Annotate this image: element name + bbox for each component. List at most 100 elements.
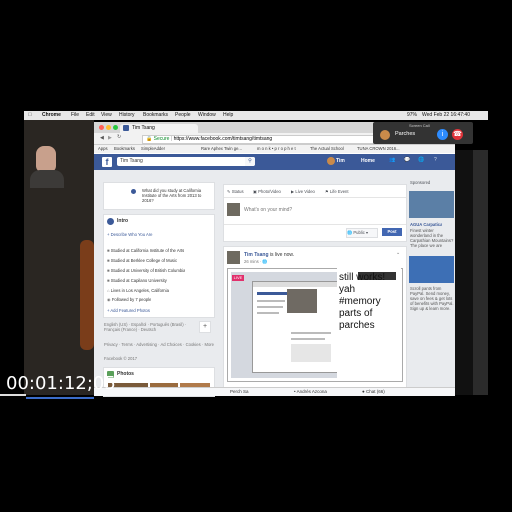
clock: Wed Feb 22 16:47:40: [422, 112, 470, 118]
ad-image[interactable]: [409, 191, 454, 218]
composer-tab-status[interactable]: ✎ Status: [227, 189, 244, 194]
bookmark-aphex[interactable]: Rare Aphex Twin ge...: [201, 146, 242, 151]
facebook-favicon-icon: [123, 125, 129, 131]
menu-bookmarks[interactable]: Bookmarks: [143, 112, 168, 118]
search-icon[interactable]: ⚲: [245, 157, 255, 166]
ad-title[interactable]: AGUA Carpatica: [410, 222, 442, 227]
chat-toggle[interactable]: ● Chat (66): [362, 389, 385, 394]
intro-title: Intro: [117, 218, 129, 224]
call-participant-name: Parches: [395, 131, 416, 137]
menu-file[interactable]: File: [71, 112, 79, 118]
privacy-selector[interactable]: 🌐 Public ▾: [346, 228, 378, 238]
post-time[interactable]: 26 mins · 🌐: [244, 259, 268, 265]
desktop-column-right: [473, 150, 488, 395]
maximize-window-icon[interactable]: [113, 125, 118, 130]
call-info-button[interactable]: i: [437, 129, 448, 140]
url-field[interactable]: 🔒 Secure | https://www.facebook.com/timt…: [142, 135, 394, 144]
chat-tab-perch[interactable]: Perch Sa: [230, 389, 249, 394]
composer-tab-label: Photo/Video: [258, 189, 281, 194]
describe-who-you-are-link[interactable]: + Describe Who You Are: [107, 232, 153, 237]
composer-tab-label: Life Event: [329, 189, 349, 194]
app-menu[interactable]: Chrome: [42, 112, 61, 118]
intro-item-text: Studied at Berklee College of Music: [110, 258, 178, 263]
chat-tab-name: Andrés Azcona: [296, 389, 327, 394]
bookmark-monk[interactable]: m o n k • p r o p h e t: [257, 146, 296, 151]
ad-text-paypal: Scroll pants from PayPal. Send money, sa…: [410, 286, 454, 311]
nav-home[interactable]: Home: [361, 158, 375, 164]
post-time-text: 26 mins ·: [244, 259, 262, 264]
messages-icon[interactable]: 💬: [404, 157, 410, 163]
intro-item-text: Studied at California Institute of the A…: [110, 248, 185, 253]
language-list[interactable]: English (US) · Español · Português (Bras…: [104, 322, 199, 332]
facebook-logo-icon[interactable]: f: [102, 157, 112, 167]
hang-up-icon: ☎: [453, 131, 462, 138]
background-lamp: [80, 240, 94, 350]
post-button[interactable]: Post: [382, 228, 402, 236]
call-status: Screen Call: [409, 123, 430, 128]
tab-title: Tim Tsang: [132, 125, 155, 131]
tab-facebook[interactable]: Tim Tsang: [120, 124, 198, 133]
help-icon[interactable]: ?: [434, 157, 437, 163]
composer-tab-life-event[interactable]: ⚑ Life Event: [325, 189, 349, 194]
study-question[interactable]: What did you study at California Institu…: [142, 188, 212, 203]
live-thumbnail: [287, 289, 317, 313]
ad-image-paypal[interactable]: [409, 256, 454, 283]
friend-requests-icon[interactable]: 👥: [389, 157, 395, 163]
intro-item: ■ Studied at Capilano University: [107, 278, 167, 283]
nav-user[interactable]: Tim: [336, 158, 345, 164]
globe-icon: 🌐: [262, 259, 268, 264]
back-arrow-icon[interactable]: ◀: [100, 135, 104, 141]
bookmark-apps[interactable]: Apps: [98, 146, 108, 151]
facebook-search-input[interactable]: Tim Tsang ⚲: [117, 157, 255, 166]
person-torso: [30, 170, 64, 188]
composer-tab-photo-video[interactable]: ▣ Photo/Video: [253, 189, 281, 194]
forward-arrow-icon[interactable]: ▶: [108, 135, 112, 141]
add-featured-photos-link[interactable]: + Add Featured Photos: [107, 308, 150, 313]
menu-edit[interactable]: Edit: [86, 112, 95, 118]
bookmark-bookmarks[interactable]: Bookmarks: [114, 146, 135, 151]
end-call-button[interactable]: ☎: [452, 129, 463, 140]
intro-globe-icon: [107, 218, 114, 225]
bookmark-actual-school[interactable]: The Actual School: [310, 146, 344, 151]
progress-line: [26, 397, 94, 399]
composer-tab-live-video[interactable]: ▶ Live Video: [291, 189, 315, 194]
intro-card: Intro + Describe Who You Are ■ Studied a…: [103, 214, 215, 318]
composer-tab-label: Live Video: [295, 189, 315, 194]
menu-history[interactable]: History: [119, 112, 135, 118]
close-window-icon[interactable]: [99, 125, 104, 130]
menu-view[interactable]: View: [101, 112, 112, 118]
timecode-underline: [0, 394, 26, 396]
intro-item: ■ Studied at California Institute of the…: [107, 248, 184, 253]
notifications-icon[interactable]: 🌐: [418, 157, 424, 163]
post-author-avatar[interactable]: [227, 251, 240, 264]
intro-item: ■ Studied at University of British Colum…: [107, 268, 185, 273]
intro-item-text: Followed by 7 people: [111, 297, 152, 302]
menu-help[interactable]: Help: [223, 112, 233, 118]
apple-menu-icon[interactable]: : [28, 112, 32, 118]
composer-avatar: [227, 203, 240, 216]
question-card: What did you study at California Institu…: [103, 182, 215, 210]
menu-people[interactable]: People: [175, 112, 191, 118]
menu-window[interactable]: Window: [198, 112, 216, 118]
intro-item: ⌂ Lives in Los Angeles, California: [107, 288, 169, 293]
reload-icon[interactable]: ↻: [117, 134, 121, 140]
post-action: is live now.: [269, 252, 295, 258]
post-author[interactable]: Tim Tsang: [244, 252, 269, 258]
photos-title[interactable]: Photos: [117, 371, 134, 377]
url-secure-label: Secure: [153, 136, 170, 142]
url-text: https://www.facebook.com/timtsang/timtsa…: [173, 136, 273, 142]
intro-item-text: Lives in Los Angeles, California: [110, 288, 169, 293]
chat-tab-andres[interactable]: • Andrés Azcona: [294, 389, 327, 394]
minimize-window-icon[interactable]: [106, 125, 111, 130]
intro-item: ■ Studied at Berklee College of Music: [107, 258, 177, 263]
bookmark-simpleadder[interactable]: SimpleAdder: [141, 146, 165, 151]
composer-input[interactable]: What's on your mind?: [244, 207, 292, 213]
add-language-button[interactable]: +: [199, 321, 211, 333]
profile-avatar[interactable]: [327, 157, 335, 165]
bookmark-tuna-crown[interactable]: TUNA CROWN 2016...: [357, 146, 400, 151]
footer-links[interactable]: Privacy · Terms · Advertising · Ad Choic…: [104, 342, 214, 347]
post-header: Tim Tsang is live now.: [244, 252, 294, 258]
privacy-label: Public: [353, 230, 365, 235]
intro-item-text: Studied at Capilano University: [110, 278, 167, 283]
post-options-icon[interactable]: ⌄: [396, 250, 400, 256]
